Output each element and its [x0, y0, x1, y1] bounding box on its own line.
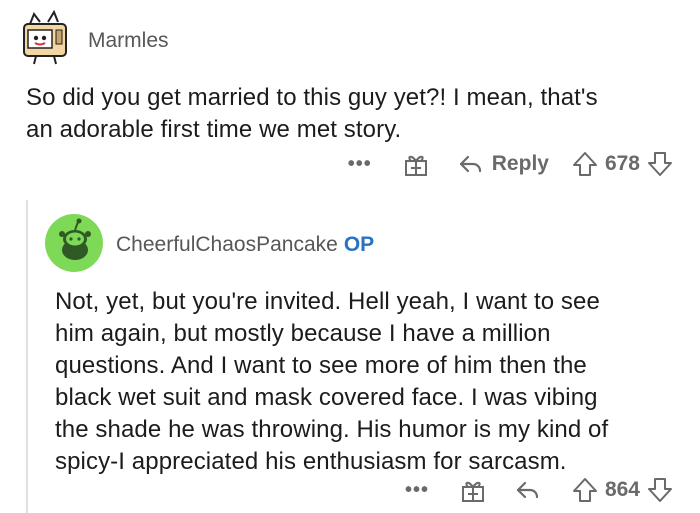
- body-line: Not, yet, but you're invited. Hell yeah,…: [55, 288, 600, 315]
- reply-comment-body: Not, yet, but you're invited. Hell yeah,…: [55, 286, 685, 478]
- score-count: 678: [604, 152, 640, 175]
- parent-comment-body: So did you get married to this guy yet?!…: [26, 82, 676, 146]
- reply-button[interactable]: [513, 476, 549, 504]
- vote-group: 678: [571, 150, 674, 178]
- snoo-avatar-icon[interactable]: [45, 214, 103, 272]
- vote-group: 864: [571, 476, 674, 504]
- reply-action-bar: ••• 864: [405, 472, 674, 508]
- toaster-avatar-icon[interactable]: [14, 6, 76, 68]
- parent-username[interactable]: Marmles: [88, 29, 169, 53]
- reply-label: Reply: [491, 152, 549, 175]
- parent-comment: Marmles So did you get married to this g…: [0, 0, 700, 195]
- score-count: 864: [604, 478, 640, 501]
- body-line: him again, but mostly because I have a m…: [55, 320, 551, 347]
- body-line: black wet suit and mask covered face. I …: [55, 384, 598, 411]
- body-line: So did you get married to this guy yet?!…: [26, 84, 598, 111]
- parent-action-bar: ••• Reply 678: [348, 146, 674, 182]
- thread-line[interactable]: [26, 200, 28, 513]
- body-line: questions. And I want to see more of him…: [55, 352, 587, 379]
- gift-icon[interactable]: [459, 476, 487, 504]
- body-line: the shade he was throwing. His humor is …: [55, 416, 609, 443]
- more-options-button[interactable]: •••: [405, 480, 429, 500]
- reply-button[interactable]: Reply: [456, 150, 549, 178]
- reply-username-row: CheerfulChaosPancake OP: [116, 233, 374, 257]
- gift-icon[interactable]: [402, 150, 430, 178]
- downvote-icon[interactable]: [646, 150, 674, 178]
- upvote-icon[interactable]: [571, 150, 599, 178]
- reply-arrow-icon: [516, 481, 539, 499]
- reply-username[interactable]: CheerfulChaosPancake: [116, 233, 338, 256]
- more-options-button[interactable]: •••: [348, 154, 372, 174]
- reply-arrow-icon: [459, 155, 481, 173]
- op-badge: OP: [343, 233, 375, 256]
- upvote-icon[interactable]: [571, 476, 599, 504]
- body-line: an adorable first time we met story.: [26, 116, 402, 143]
- downvote-icon[interactable]: [646, 476, 674, 504]
